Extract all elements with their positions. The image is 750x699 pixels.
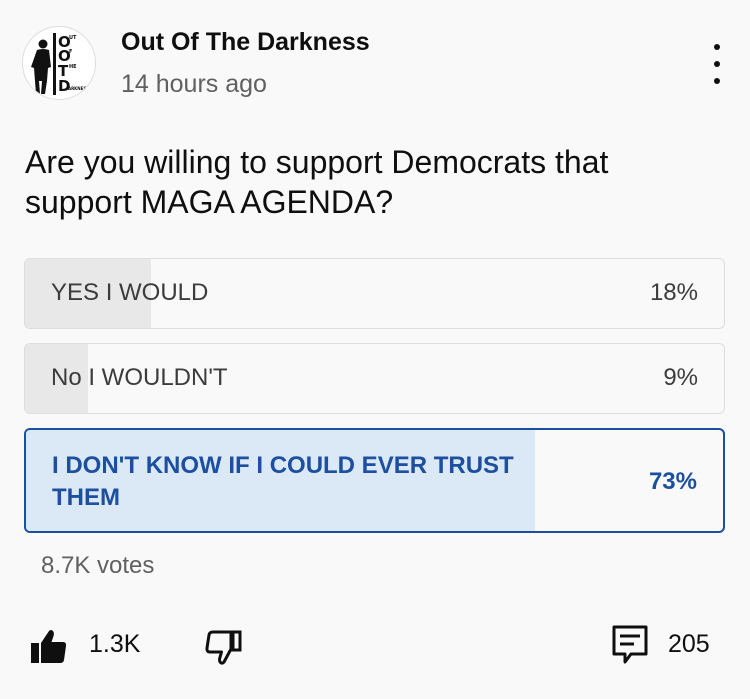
poll-option-label: YES I WOULD (51, 279, 209, 306)
channel-avatar[interactable]: O UT O F T HE D ARKNESS (22, 26, 96, 100)
poll-option-no[interactable]: No I WOULDN'T 9% (24, 343, 725, 414)
poll-option-yes[interactable]: YES I WOULD 18% (24, 258, 725, 329)
menu-dot (714, 44, 720, 50)
more-options-icon[interactable] (700, 44, 734, 84)
dislike-button[interactable] (204, 629, 244, 667)
thumbs-up-icon (31, 630, 67, 663)
poll-option-percent: 18% (649, 279, 698, 306)
poll-question: Are you willing to support Democrats tha… (25, 144, 609, 220)
community-post: O UT O F T HE D ARKNESS Out Of The Darkn… (0, 0, 750, 699)
poll-option-label: I DON'T KNOW IF I COULD EVER TRUST THEM (52, 452, 514, 511)
svg-text:ARKNESS: ARKNESS (68, 86, 89, 91)
comment-count: 205 (668, 630, 710, 658)
poll-option-dont-know[interactable]: I DON'T KNOW IF I COULD EVER TRUST THEM … (24, 428, 725, 533)
channel-logo-icon: O UT O F T HE D ARKNESS (23, 27, 95, 99)
poll-option-percent: 9% (663, 364, 698, 391)
like-count: 1.3K (89, 630, 141, 658)
thumbs-down-icon (205, 630, 242, 665)
comment-icon (612, 625, 648, 664)
svg-text:F: F (69, 49, 72, 55)
post-timestamp: 14 hours ago (121, 70, 267, 98)
svg-text:UT: UT (69, 35, 77, 41)
like-button[interactable] (29, 627, 69, 667)
poll-option-label: No I WOULDN'T (51, 364, 228, 391)
menu-dot (714, 61, 720, 67)
comment-button[interactable] (611, 624, 649, 666)
vote-count: 8.7K votes (41, 552, 155, 579)
menu-dot (714, 78, 720, 84)
channel-name[interactable]: Out Of The Darkness (121, 28, 370, 57)
svg-text:HE: HE (69, 64, 77, 70)
poll-option-percent: 73% (648, 468, 697, 495)
